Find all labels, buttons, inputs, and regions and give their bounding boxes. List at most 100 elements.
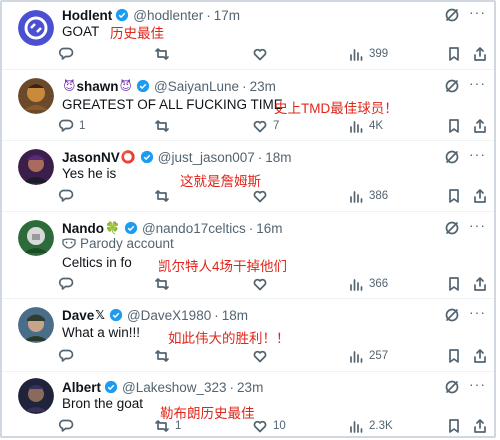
grok-icon[interactable] xyxy=(444,220,460,236)
verified-badge-icon xyxy=(109,308,123,322)
verified-badge-icon xyxy=(124,221,138,235)
repost-button[interactable]: 1 xyxy=(154,418,181,434)
reply-icon xyxy=(58,419,74,432)
repost-icon xyxy=(155,48,169,60)
reply-button[interactable] xyxy=(58,276,79,292)
more-icon[interactable]: ··· xyxy=(469,304,486,320)
grok-icon[interactable] xyxy=(444,379,460,395)
like-button[interactable] xyxy=(252,276,273,292)
share-button[interactable] xyxy=(472,276,488,292)
repost-button[interactable] xyxy=(154,188,175,204)
bookmark-button[interactable] xyxy=(446,418,462,434)
views-icon xyxy=(350,191,363,203)
user-handle[interactable]: @just_jason007 xyxy=(158,150,255,165)
views-icon xyxy=(350,279,363,291)
reply-item[interactable]: Dave 𝕏 @DaveX1980 · 18m ··· What a win!!… xyxy=(2,299,494,372)
views-button[interactable]: 399 xyxy=(348,46,388,62)
more-icon[interactable]: ··· xyxy=(469,146,486,162)
like-button[interactable] xyxy=(252,46,273,62)
display-name[interactable]: Albert xyxy=(62,380,101,395)
translation-annotation: 史上TMD最佳球员！ xyxy=(274,101,398,116)
share-button[interactable] xyxy=(472,418,488,434)
repost-button[interactable] xyxy=(154,348,175,364)
grok-icon[interactable] xyxy=(444,149,460,165)
like-button[interactable]: 10 xyxy=(252,418,286,434)
user-handle[interactable]: @hodlenter xyxy=(133,8,203,23)
display-name[interactable]: shawn xyxy=(77,79,119,94)
reply-button[interactable] xyxy=(58,188,79,204)
like-icon xyxy=(253,120,267,133)
user-handle[interactable]: @SaiyanLune xyxy=(154,79,239,94)
bookmark-button[interactable] xyxy=(446,276,462,292)
verified-badge-icon xyxy=(116,8,129,22)
reply-button[interactable]: 1 xyxy=(58,118,85,134)
views-button[interactable]: 386 xyxy=(348,188,388,204)
bookmark-button[interactable] xyxy=(446,46,462,62)
repost-button[interactable] xyxy=(154,46,175,62)
reply-button[interactable] xyxy=(58,46,79,62)
more-icon[interactable]: ··· xyxy=(469,75,486,91)
repost-button[interactable] xyxy=(154,118,175,134)
bookmark-icon xyxy=(449,47,459,61)
timestamp[interactable]: 23m xyxy=(250,79,276,94)
views-button[interactable]: 257 xyxy=(348,348,388,364)
verified-badge-icon xyxy=(104,380,118,394)
devil-emoji: 😈 xyxy=(63,79,76,93)
bookmark-button[interactable] xyxy=(446,188,462,204)
share-button[interactable] xyxy=(472,118,488,134)
reply-item[interactable]: Hodlent @hodlenter · 17m ··· GOAT 历史最佳 3… xyxy=(2,2,494,70)
timestamp[interactable]: 23m xyxy=(237,380,263,395)
avatar[interactable] xyxy=(18,220,54,256)
repost-icon xyxy=(155,350,169,362)
separator-dot: · xyxy=(257,149,263,165)
avatar[interactable] xyxy=(18,149,54,185)
like-button[interactable] xyxy=(252,348,273,364)
more-icon[interactable]: ··· xyxy=(469,4,486,20)
avatar[interactable] xyxy=(18,10,54,46)
like-button[interactable]: 7 xyxy=(252,118,279,134)
bookmark-button[interactable] xyxy=(446,348,462,364)
user-handle[interactable]: @nando17celtics xyxy=(142,221,246,236)
like-button[interactable] xyxy=(252,188,273,204)
share-button[interactable] xyxy=(472,348,488,364)
repost-button[interactable] xyxy=(154,276,175,292)
bookmark-button[interactable] xyxy=(446,118,462,134)
grok-icon[interactable] xyxy=(444,78,460,94)
repost-icon xyxy=(155,120,169,132)
timestamp[interactable]: 17m xyxy=(214,8,240,23)
display-name[interactable]: Dave xyxy=(62,308,94,323)
separator-dot: · xyxy=(242,78,247,94)
reply-item[interactable]: 😈 shawn 😈 @SaiyanLune · 23m ··· GREATEST… xyxy=(2,70,494,141)
reply-item[interactable]: Nando 🍀 @nando17celtics · 16m ··· Parody… xyxy=(2,212,494,299)
devil-emoji: 😈 xyxy=(119,79,133,93)
display-name[interactable]: JasonNV xyxy=(62,150,120,165)
timestamp[interactable]: 16m xyxy=(256,221,282,236)
avatar[interactable] xyxy=(18,78,54,114)
views-button[interactable]: 4K xyxy=(348,118,383,134)
user-handle[interactable]: @Lakeshow_323 xyxy=(122,380,227,395)
timestamp[interactable]: 18m xyxy=(265,150,291,165)
translation-annotation: 如此伟大的胜利！！ xyxy=(168,331,290,346)
grok-icon[interactable] xyxy=(444,7,460,23)
reply-button[interactable] xyxy=(58,418,79,434)
share-button[interactable] xyxy=(472,188,488,204)
reply-item[interactable]: JasonNV ⭕ @just_jason007 · 18m ··· Yes h… xyxy=(2,141,494,212)
more-icon[interactable]: ··· xyxy=(469,376,486,392)
reply-button[interactable] xyxy=(58,348,79,364)
views-button[interactable]: 366 xyxy=(348,276,388,292)
reply-text: Celtics in fo xyxy=(62,255,132,270)
x-logo-emoji: 𝕏 xyxy=(95,308,105,322)
display-name[interactable]: Hodlent xyxy=(62,8,112,23)
bookmark-icon xyxy=(449,189,459,203)
reply-item[interactable]: Albert @Lakeshow_323 · 23m ··· Bron the … xyxy=(2,372,494,436)
share-button[interactable] xyxy=(472,46,488,62)
timestamp[interactable]: 18m xyxy=(222,308,248,323)
views-button[interactable]: 2.3K xyxy=(348,418,393,434)
more-icon[interactable]: ··· xyxy=(469,217,486,233)
avatar[interactable] xyxy=(18,307,54,343)
grok-icon[interactable] xyxy=(444,307,460,323)
user-handle[interactable]: @DaveX1980 xyxy=(127,308,211,323)
avatar[interactable] xyxy=(18,378,54,414)
display-name[interactable]: Nando xyxy=(62,221,104,236)
parody-text: Parody account xyxy=(80,236,174,251)
